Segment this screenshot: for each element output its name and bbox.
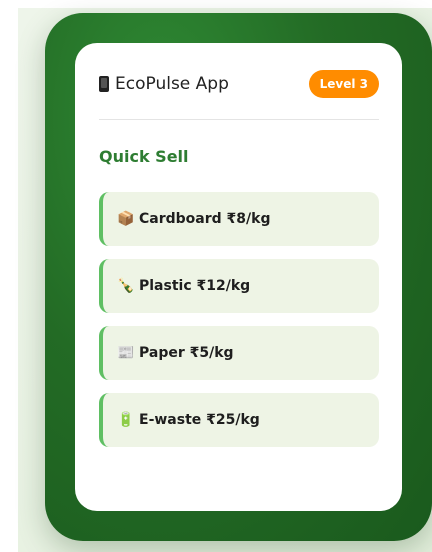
bottle-icon: 🍾 [117, 278, 135, 294]
level-badge: Level 3 [308, 70, 379, 98]
quick-sell-title: Quick Sell [99, 147, 189, 166]
app-header: EcoPulse App Level 3 [99, 68, 379, 100]
battery-icon: 🔋 [117, 412, 135, 428]
quick-sell-item-paper[interactable]: 📰 Paper ₹5/kg [99, 326, 379, 380]
app-title-text: EcoPulse App [115, 74, 229, 94]
quick-sell-item-label: Plastic ₹12/kg [139, 278, 251, 294]
quick-sell-item-label: Paper ₹5/kg [139, 345, 234, 361]
box-icon: 📦 [117, 211, 135, 227]
quick-sell-item-ewaste[interactable]: 🔋 E-waste ₹25/kg [99, 393, 379, 447]
app-title: EcoPulse App [99, 74, 229, 94]
quick-sell-item-label: E-waste ₹25/kg [139, 412, 260, 428]
header-divider [99, 119, 379, 120]
quick-sell-item-plastic[interactable]: 🍾 Plastic ₹12/kg [99, 259, 379, 313]
quick-sell-item-label: Cardboard ₹8/kg [139, 211, 271, 227]
app-card: EcoPulse App Level 3 Quick Sell 📦 Cardbo… [75, 43, 402, 511]
quick-sell-item-cardboard[interactable]: 📦 Cardboard ₹8/kg [99, 192, 379, 246]
mobile-phone-icon [99, 76, 109, 92]
quick-sell-list: 📦 Cardboard ₹8/kg 🍾 Plastic ₹12/kg 📰 Pap… [99, 192, 379, 460]
newspaper-icon: 📰 [117, 345, 135, 361]
